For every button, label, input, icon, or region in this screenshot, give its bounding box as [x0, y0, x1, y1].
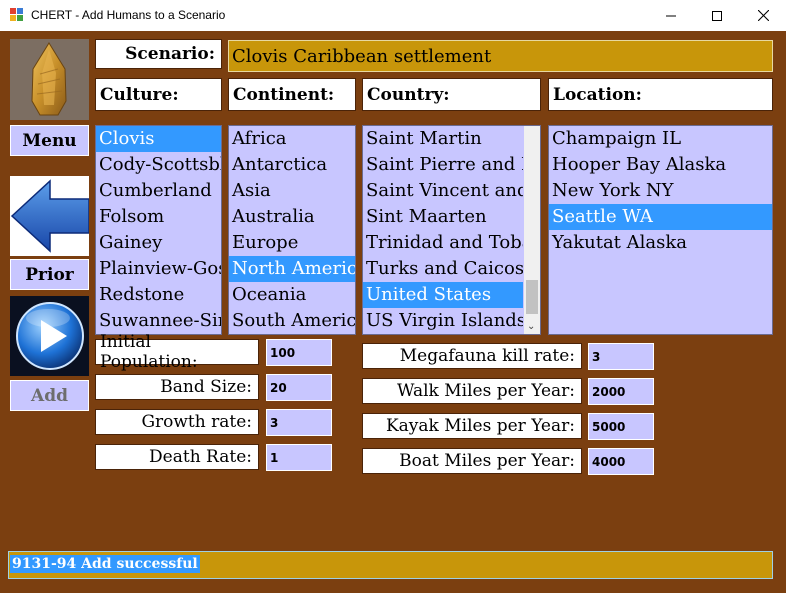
list-item[interactable]: Hooper Bay Alaska — [549, 152, 772, 178]
clovis-point-image — [10, 39, 89, 120]
title-bar: CHERT - Add Humans to a Scenario — [0, 0, 786, 31]
param-label: Megafauna kill rate: — [362, 343, 582, 369]
window-title: CHERT - Add Humans to a Scenario — [31, 8, 226, 22]
add-button[interactable]: Add — [10, 380, 89, 411]
list-item[interactable]: Cody-Scottsbluff — [96, 152, 221, 178]
param-input[interactable]: 1 — [266, 444, 332, 471]
close-icon — [757, 10, 769, 21]
culture-list[interactable]: ClovisCody-ScottsbluffCumberlandFolsomGa… — [95, 125, 222, 335]
status-message: 9131-94 Add successful — [10, 555, 200, 573]
maximize-icon — [712, 10, 722, 21]
list-item[interactable]: Sint Maarten — [363, 204, 523, 230]
app-window-icon[interactable] — [10, 8, 24, 22]
param-label: Death Rate: — [95, 444, 259, 470]
list-item[interactable]: Oceania — [229, 282, 355, 308]
scenario-label: Scenario: — [95, 39, 222, 69]
list-item[interactable]: South America — [229, 308, 355, 334]
param-label: Band Size: — [95, 374, 259, 400]
back-arrow-icon — [10, 179, 89, 253]
minimize-button[interactable] — [648, 0, 694, 31]
list-item[interactable]: Saint Pierre and Miquelon — [363, 152, 523, 178]
scroll-down-icon[interactable]: ⌄ — [527, 321, 535, 332]
list-item[interactable]: US Virgin Islands — [363, 308, 523, 334]
list-item[interactable]: Folsom — [96, 204, 221, 230]
scenario-field[interactable]: Clovis Caribbean settlement — [228, 40, 773, 72]
list-item[interactable]: Turks and Caicos Islands — [363, 256, 523, 282]
prior-button[interactable]: Prior — [10, 259, 89, 290]
location-list[interactable]: Champaign IL Hooper Bay Alaska New York NY… — [548, 125, 773, 335]
param-input[interactable]: 20 — [266, 374, 332, 401]
list-item[interactable]: Plainview-Goshen — [96, 256, 221, 282]
location-header: Location: — [548, 78, 773, 111]
param-label: Initial Population: — [95, 332, 259, 372]
country-list[interactable]: Saint MartinSaint Pierre and MiquelonSai… — [362, 125, 541, 335]
play-button[interactable] — [10, 296, 89, 376]
param-input[interactable]: 100 — [266, 339, 332, 366]
param-input[interactable]: 5000 — [588, 413, 654, 440]
list-item[interactable]: Suwannee-Simpson — [96, 308, 221, 334]
list-item[interactable]: Australia — [229, 204, 355, 230]
country-header: Country: — [362, 78, 541, 111]
menu-button[interactable]: Menu — [10, 125, 89, 156]
list-item[interactable]: North America — [229, 256, 355, 282]
list-item[interactable]: Gainey — [96, 230, 221, 256]
list-item[interactable]: Cumberland — [96, 178, 221, 204]
list-item[interactable]: New York NY — [549, 178, 772, 204]
list-item[interactable]: Saint Martin — [363, 126, 523, 152]
status-bar: 9131-94 Add successful — [8, 551, 773, 579]
param-label: Growth rate: — [95, 409, 259, 435]
list-item[interactable]: Africa — [229, 126, 355, 152]
country-scrollbar[interactable]: ⌄ — [524, 126, 540, 334]
list-item[interactable]: United States — [363, 282, 523, 308]
param-input[interactable]: 2000 — [588, 378, 654, 405]
maximize-button[interactable] — [694, 0, 740, 31]
close-button[interactable] — [740, 0, 786, 31]
minimize-icon — [666, 15, 676, 16]
list-item[interactable]: Trinidad and Tobago — [363, 230, 523, 256]
list-item[interactable]: Yakutat Alaska — [549, 230, 772, 256]
scrollbar-thumb[interactable] — [526, 280, 538, 314]
continent-list[interactable]: Africa Antarctica Asia Australia Europe North… — [228, 125, 356, 335]
list-item[interactable]: Saint Vincent and the Grenadines — [363, 178, 523, 204]
param-label: Kayak Miles per Year: — [362, 413, 582, 439]
list-item[interactable]: Redstone — [96, 282, 221, 308]
list-item[interactable]: Champaign IL — [549, 126, 772, 152]
param-input[interactable]: 3 — [588, 343, 654, 370]
param-label: Walk Miles per Year: — [362, 378, 582, 404]
param-input[interactable]: 3 — [266, 409, 332, 436]
continent-header: Continent: — [228, 78, 356, 111]
list-item[interactable]: Asia — [229, 178, 355, 204]
culture-header: Culture: — [95, 78, 222, 111]
param-input[interactable]: 4000 — [588, 448, 654, 475]
list-item[interactable]: Antarctica — [229, 152, 355, 178]
play-icon — [10, 296, 89, 376]
param-label: Boat Miles per Year: — [362, 448, 582, 474]
client-area: Menu Prior Add Scenario: Clovis Caribbea… — [0, 31, 786, 593]
back-button[interactable] — [10, 176, 89, 256]
list-item[interactable]: Seattle WA — [549, 204, 772, 230]
list-item[interactable]: Europe — [229, 230, 355, 256]
list-item[interactable]: Clovis — [96, 126, 221, 152]
